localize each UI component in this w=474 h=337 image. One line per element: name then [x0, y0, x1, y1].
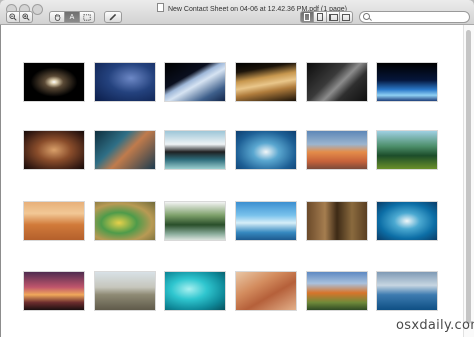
contact-sheet-thumbnail[interactable]	[235, 130, 297, 170]
contact-sheet-thumbnail[interactable]	[94, 201, 156, 241]
zoom-in-button[interactable]	[20, 11, 33, 23]
contact-sheet-thumbnail[interactable]	[376, 271, 438, 311]
text-select-button[interactable]: A	[65, 11, 80, 23]
pencil-icon	[109, 13, 117, 21]
text-select-label: A	[69, 13, 75, 21]
zoom-out-button[interactable]	[6, 11, 20, 23]
sidebar-toggle-button[interactable]	[340, 11, 353, 23]
annotate-button[interactable]	[104, 11, 122, 23]
scroll-thumb[interactable]	[466, 30, 471, 324]
preview-window: New Contact Sheet on 04-06 at 12.42.36 P…	[0, 0, 474, 337]
single-page-view-button[interactable]	[300, 11, 314, 23]
contact-sheet-thumbnail[interactable]	[164, 130, 226, 170]
window-title: New Contact Sheet on 04-06 at 12.42.36 P…	[100, 3, 404, 13]
search-icon	[363, 13, 370, 20]
contact-sheet-thumbnail[interactable]	[235, 62, 297, 102]
two-page-view-button[interactable]	[327, 11, 340, 23]
continuous-icon	[317, 13, 323, 21]
contact-sheet-thumbnail[interactable]	[94, 271, 156, 311]
contact-sheet-thumbnail[interactable]	[376, 201, 438, 241]
vertical-scrollbar[interactable]	[463, 25, 474, 337]
contact-sheet-thumbnail[interactable]	[23, 271, 85, 311]
zoom-in-icon	[22, 13, 30, 21]
search-field[interactable]	[359, 11, 470, 23]
zoom-button[interactable]	[32, 4, 43, 15]
continuous-view-button[interactable]	[314, 11, 327, 23]
contact-sheet-thumbnail[interactable]	[306, 201, 368, 241]
tool-selector: A	[49, 11, 95, 23]
contact-sheet-thumbnail[interactable]	[376, 130, 438, 170]
contact-sheet-thumbnail[interactable]	[306, 271, 368, 311]
contact-sheet-thumbnail[interactable]	[235, 271, 297, 311]
contact-sheet-thumbnail[interactable]	[23, 201, 85, 241]
contact-sheet-thumbnail[interactable]	[306, 62, 368, 102]
contact-sheet-page	[1, 25, 463, 337]
title-bar: New Contact Sheet on 04-06 at 12.42.36 P…	[0, 0, 474, 25]
pdf-document-icon	[157, 3, 165, 12]
contact-sheet-thumbnail[interactable]	[164, 271, 226, 311]
hand-icon	[54, 14, 60, 21]
contact-sheet-thumbnail[interactable]	[306, 130, 368, 170]
contact-sheet-thumbnail[interactable]	[164, 62, 226, 102]
contact-sheet-thumbnail[interactable]	[94, 130, 156, 170]
contact-sheet-thumbnail[interactable]	[94, 62, 156, 102]
marquee-icon	[83, 13, 91, 21]
two-page-icon	[328, 13, 338, 21]
marquee-select-button[interactable]	[80, 11, 95, 23]
contact-sheet-thumbnail[interactable]	[235, 201, 297, 241]
single-page-icon	[304, 13, 310, 21]
sidebar-icon	[342, 13, 350, 21]
annotate-controls	[104, 11, 122, 23]
zoom-controls	[6, 11, 33, 23]
contact-sheet-thumbnail[interactable]	[23, 130, 85, 170]
contact-sheet-thumbnail[interactable]	[164, 201, 226, 241]
hand-tool-button[interactable]	[49, 11, 65, 23]
zoom-out-icon	[9, 13, 17, 21]
watermark: osxdaily.com	[396, 318, 474, 333]
contact-sheet-thumbnail[interactable]	[376, 62, 438, 102]
contact-sheet-thumbnail[interactable]	[23, 62, 85, 102]
view-mode-controls	[300, 11, 353, 23]
